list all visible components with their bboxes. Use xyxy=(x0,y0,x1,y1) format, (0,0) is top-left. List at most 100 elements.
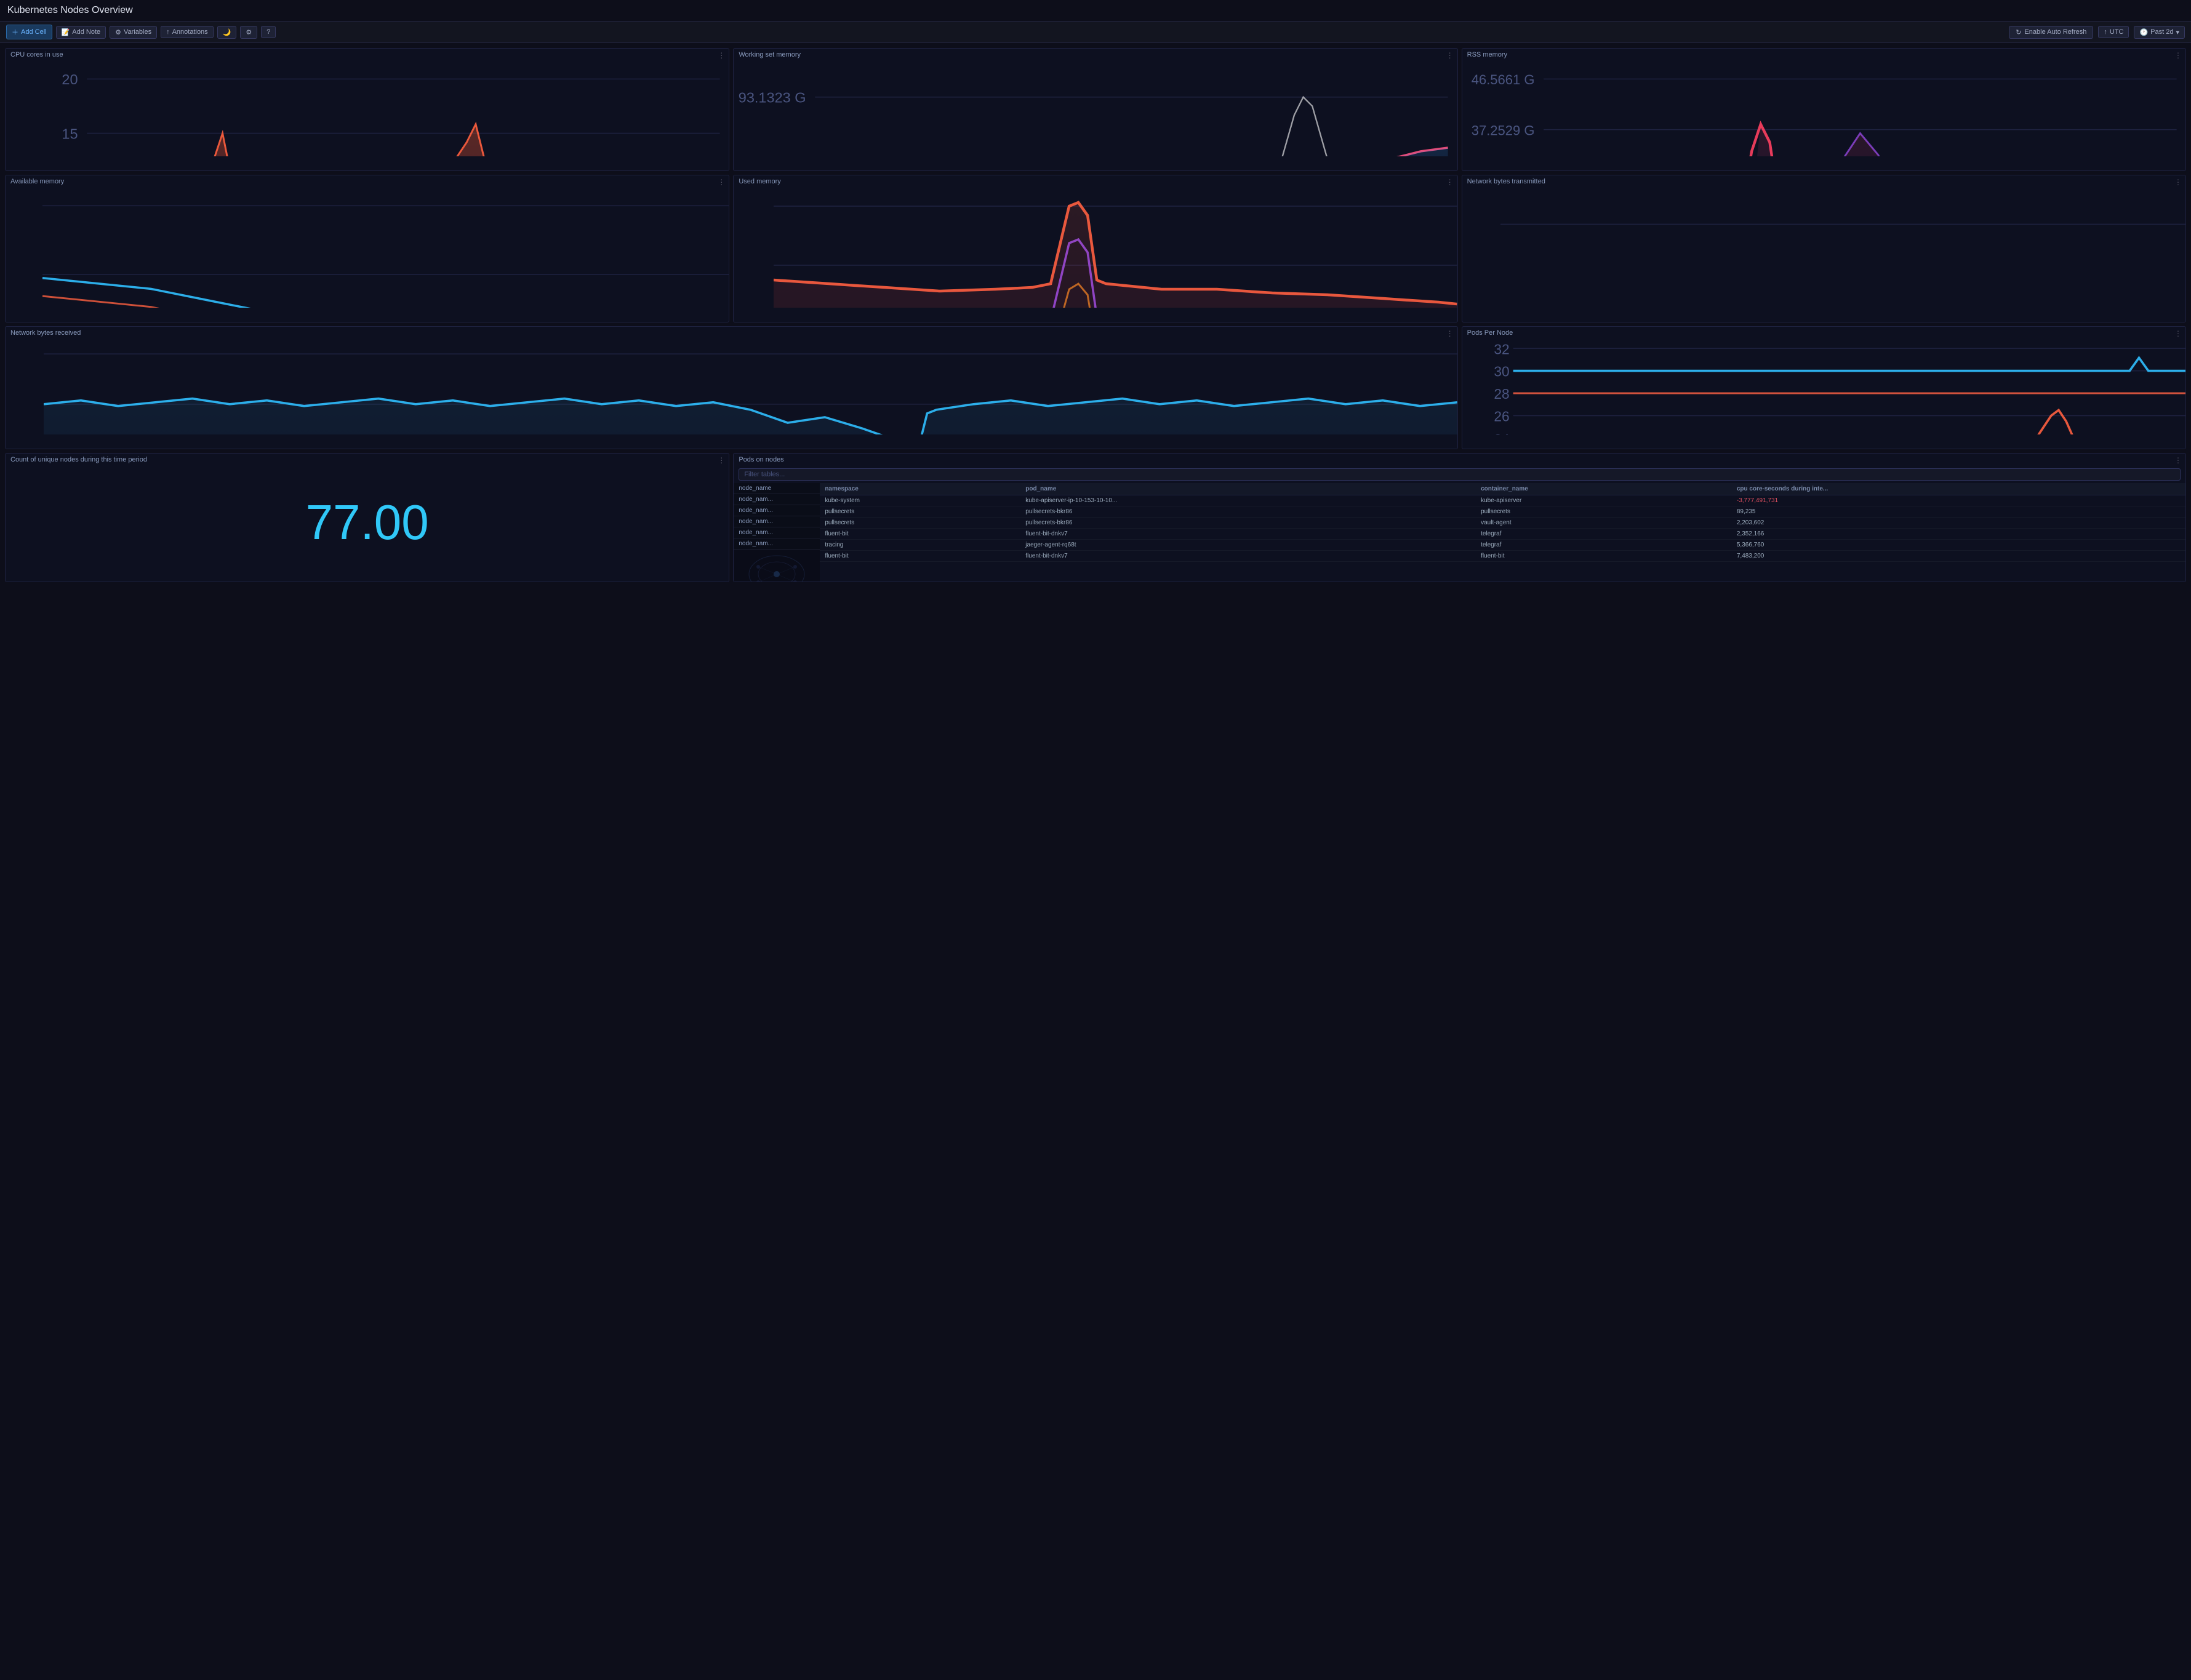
cell-pod-name: jaeger-agent-rq68t xyxy=(1020,540,1476,551)
cell-container-name: pullsecrets xyxy=(1476,506,1732,518)
panel-menu-nbtx[interactable]: ⋮ xyxy=(2174,178,2182,186)
cell-namespace: tracing xyxy=(820,540,1020,551)
panel-menu-am[interactable]: ⋮ xyxy=(718,178,725,186)
plus-icon: ＋ xyxy=(12,27,18,37)
svg-text:15: 15 xyxy=(62,126,78,142)
timerange-selector[interactable]: 🕐 Past 2d ▾ xyxy=(2134,26,2185,39)
cell-pod-name: fluent-bit-dnkv7 xyxy=(1020,529,1476,540)
cell-namespace: pullsecrets xyxy=(820,506,1020,518)
cell-pod-name: kube-apiserver-ip-10-153-10-10... xyxy=(1020,495,1476,506)
table-filter-input[interactable] xyxy=(739,468,2181,481)
cell-container-name: telegraf xyxy=(1476,529,1732,540)
col-header-container-name[interactable]: container_name xyxy=(1476,483,1732,495)
svg-text:32: 32 xyxy=(1494,341,1509,357)
node-image-area: node_name node_nam... node_nam... node_n… xyxy=(734,483,820,582)
svg-text:28: 28 xyxy=(1494,386,1509,402)
col-header-namespace[interactable]: namespace xyxy=(820,483,1020,495)
cell-container-name: kube-apiserver xyxy=(1476,495,1732,506)
cell-cpu-seconds: 2,203,602 xyxy=(1732,518,2185,529)
svg-text:20: 20 xyxy=(62,71,78,87)
svg-text:46.5661 G: 46.5661 G xyxy=(1471,72,1534,87)
table-row[interactable]: pullsecrets pullsecrets-bkr86 vault-agen… xyxy=(820,518,2185,529)
used-memory-title: Used memory xyxy=(734,175,785,186)
svg-text:24: 24 xyxy=(1494,431,1509,434)
count-nodes-title: Count of unique nodes during this time p… xyxy=(6,454,152,465)
table-row[interactable]: fluent-bit fluent-bit-dnkv7 telegraf 2,3… xyxy=(820,529,2185,540)
cell-namespace: kube-system xyxy=(820,495,1020,506)
cell-namespace: pullsecrets xyxy=(820,518,1020,529)
help-button[interactable]: ? xyxy=(261,26,276,38)
cell-cpu-seconds: 7,483,200 xyxy=(1732,551,2185,562)
panel-menu-pon[interactable]: ⋮ xyxy=(2174,456,2182,465)
table-row[interactable]: fluent-bit fluent-bit-dnkv7 fluent-bit 7… xyxy=(820,551,2185,562)
list-item[interactable]: node_nam... xyxy=(734,538,820,550)
svg-text:37.2529 G: 37.2529 G xyxy=(1471,122,1534,138)
cell-container-name: fluent-bit xyxy=(1476,551,1732,562)
panel-menu-ws[interactable]: ⋮ xyxy=(1446,51,1454,60)
panel-used-memory: Used memory ⋮ xyxy=(733,175,1457,322)
page-title: Kubernetes Nodes Overview xyxy=(7,5,133,16)
toolbar-left: ＋ Add Cell 📝 Add Note ⚙ Variables ↑ Anno… xyxy=(6,25,276,39)
add-note-button[interactable]: 📝 Add Note xyxy=(56,26,106,39)
panel-net-bytes-tx: Network bytes transmitted ⋮ xyxy=(1462,175,2186,322)
cell-cpu-seconds: 5,366,760 xyxy=(1732,540,2185,551)
variables-button[interactable]: ⚙ Variables xyxy=(110,26,157,39)
pods-per-node-title: Pods Per Node xyxy=(1462,327,1518,338)
pods-per-node-chart: 32 30 28 26 24 22 20 18 16 14 12 10 8 xyxy=(1476,339,2185,434)
refresh-icon: ↻ xyxy=(2016,28,2021,36)
table-container: node_name node_nam... node_nam... node_n… xyxy=(734,483,2185,582)
list-item[interactable]: node_nam... xyxy=(734,494,820,505)
toolbar-right: ↻ Enable Auto Refresh ↑ UTC 🕐 Past 2d ▾ xyxy=(2009,26,2185,39)
panel-menu-cn[interactable]: ⋮ xyxy=(718,456,725,465)
list-item[interactable]: node_nam... xyxy=(734,527,820,538)
panel-menu-ppn[interactable]: ⋮ xyxy=(2174,329,2182,338)
timezone-selector[interactable]: ↑ UTC xyxy=(2098,26,2129,38)
list-item[interactable]: node_nam... xyxy=(734,516,820,527)
page-header: Kubernetes Nodes Overview xyxy=(0,0,2191,21)
panel-cpu-cores: CPU cores in use ⋮ 20 15 10 xyxy=(5,48,729,171)
available-memory-title: Available memory xyxy=(6,175,69,186)
cell-namespace: fluent-bit xyxy=(820,529,1020,540)
list-item[interactable]: node_name xyxy=(734,483,820,494)
table-row[interactable]: kube-system kube-apiserver-ip-10-153-10-… xyxy=(820,495,2185,506)
net-bytes-tx-chart xyxy=(1500,188,2185,308)
panel-available-memory: Available memory ⋮ xyxy=(5,175,729,322)
annotations-button[interactable]: ↑ Annotations xyxy=(161,26,214,38)
panel-menu-cpu[interactable]: ⋮ xyxy=(718,51,725,60)
panel-menu-rss[interactable]: ⋮ xyxy=(2174,51,2182,60)
refresh-button[interactable]: ↻ Enable Auto Refresh xyxy=(2009,26,2093,39)
toolbar: ＋ Add Cell 📝 Add Note ⚙ Variables ↑ Anno… xyxy=(0,21,2191,43)
list-item[interactable]: node_nam... xyxy=(734,505,820,516)
panel-menu-nbr[interactable]: ⋮ xyxy=(1446,329,1454,338)
net-bytes-recv-chart xyxy=(44,339,1457,434)
settings-button[interactable]: ⚙ xyxy=(240,26,257,39)
rss-memory-title: RSS memory xyxy=(1462,49,1512,60)
cell-cpu-seconds: 89,235 xyxy=(1732,506,2185,518)
note-icon: 📝 xyxy=(62,28,70,36)
table-search-area xyxy=(734,466,2185,483)
clock-icon: 🕐 xyxy=(2139,28,2148,36)
cell-namespace: fluent-bit xyxy=(820,551,1020,562)
col-header-pod-name[interactable]: pod_name xyxy=(1020,483,1476,495)
theme-toggle[interactable]: 🌙 xyxy=(217,26,237,39)
cell-pod-name: pullsecrets-bkr86 xyxy=(1020,518,1476,529)
panel-working-set: Working set memory ⋮ 93.1323 G 46.5661 G xyxy=(733,48,1457,171)
cpu-cores-chart: 20 15 10 5 xyxy=(6,61,729,156)
chevron-down-icon: ▾ xyxy=(2176,28,2179,36)
panel-pods-on-nodes: Pods on nodes ⋮ node_name node_nam... no… xyxy=(733,453,2186,582)
panel-count-nodes: Count of unique nodes during this time p… xyxy=(5,453,729,582)
panel-menu-um[interactable]: ⋮ xyxy=(1446,178,1454,186)
working-set-title: Working set memory xyxy=(734,49,806,60)
svg-text:93.1323 G: 93.1323 G xyxy=(739,90,806,106)
net-bytes-tx-title: Network bytes transmitted xyxy=(1462,175,1550,186)
add-cell-button[interactable]: ＋ Add Cell xyxy=(6,25,52,39)
pods-table-panel: node_name node_nam... node_nam... node_n… xyxy=(734,454,2185,582)
table-row[interactable]: pullsecrets pullsecrets-bkr86 pullsecret… xyxy=(820,506,2185,518)
cell-container-name: telegraf xyxy=(1476,540,1732,551)
table-row[interactable]: tracing jaeger-agent-rq68t telegraf 5,36… xyxy=(820,540,2185,551)
col-header-cpu-seconds[interactable]: cpu core-seconds during inte... xyxy=(1732,483,2185,495)
rss-memory-chart: 46.5661 G 37.2529 G 27.9397 G 18.6265 G … xyxy=(1462,61,2185,156)
cell-pod-name: fluent-bit-dnkv7 xyxy=(1020,551,1476,562)
cell-cpu-seconds: -3,777,491,731 xyxy=(1732,495,2185,506)
timezone-icon: ↑ xyxy=(2104,28,2107,36)
